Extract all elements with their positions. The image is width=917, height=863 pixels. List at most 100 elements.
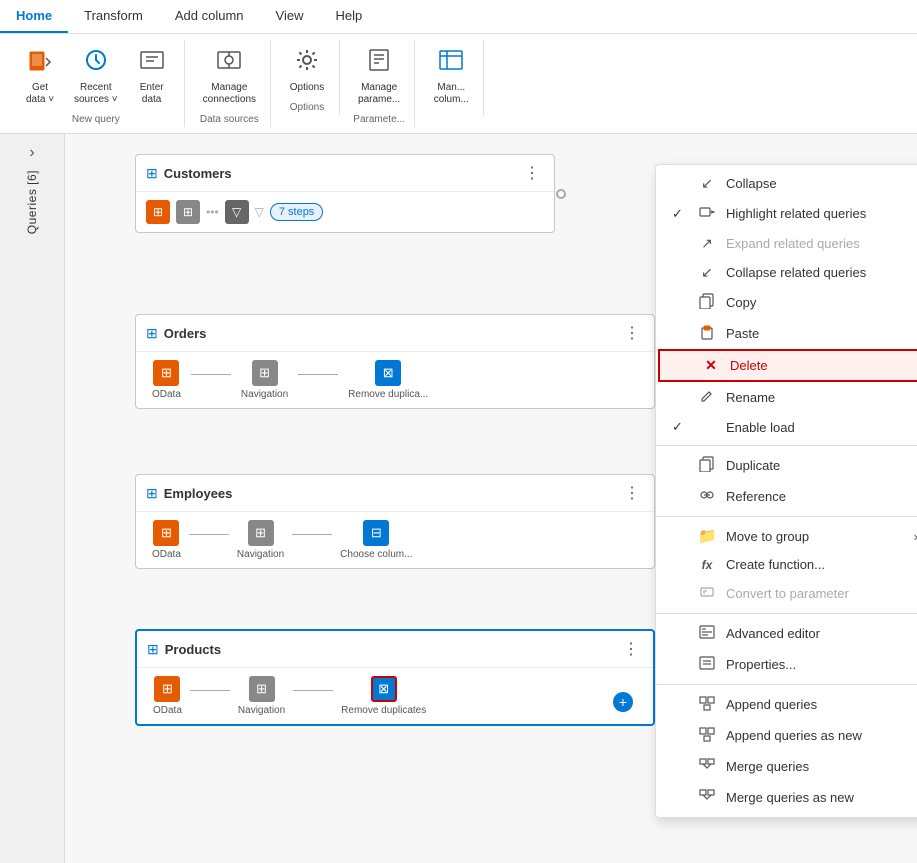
orders-odata-label: OData	[152, 389, 181, 400]
cm-item-merge-queries-new[interactable]: Merge queries as new	[656, 782, 917, 813]
append-queries-icon	[698, 695, 716, 714]
cm-item-highlight-related[interactable]: ✓ Highlight related queries	[656, 198, 917, 229]
tab-home[interactable]: Home	[0, 0, 68, 33]
employees-choose-col-label: Choose colum...	[340, 549, 412, 560]
tab-view[interactable]: View	[260, 0, 320, 33]
get-data-label: Getdata ˅	[26, 82, 54, 106]
ribbon-group-manage-col: Man...colum...	[419, 40, 484, 116]
products-node-menu[interactable]: ⋮	[619, 639, 643, 659]
canvas-area: ⊞ Customers ⋮ ⊞ ⊞ ••• ▽ ▽ 7 steps ⊞ Orde…	[65, 134, 917, 863]
main-area: › Queries [6] ⊞ Customers ⋮ ⊞ ⊞ ••• ▽ ▽ …	[0, 134, 917, 863]
options-group-label: Options	[290, 102, 324, 113]
cm-item-move-to-group[interactable]: 📁 Move to group ›	[656, 521, 917, 551]
employees-odata-label: OData	[152, 549, 181, 560]
cm-item-delete[interactable]: ✕ Delete	[658, 349, 917, 382]
options-button[interactable]: Options	[283, 42, 331, 98]
cm-separator-2	[656, 516, 917, 517]
tab-transform[interactable]: Transform	[68, 0, 159, 33]
expand-related-icon: ↗	[698, 235, 716, 252]
cm-separator-3	[656, 613, 917, 614]
cm-expand-related-label: Expand related queries	[726, 236, 917, 251]
employees-navigation-icon: ⊞	[248, 520, 274, 546]
manage-params-label: Manageparame...	[358, 82, 400, 106]
employees-navigation-label: Navigation	[237, 549, 284, 560]
customers-icon-5: ▽	[255, 205, 264, 219]
cm-item-enable-load[interactable]: ✓ Enable load	[656, 413, 917, 441]
data-sources-group-label: Data sources	[200, 114, 259, 125]
cm-item-rename[interactable]: Rename	[656, 382, 917, 413]
cm-merge-queries-new-label: Merge queries as new	[726, 790, 917, 805]
orders-flow-remove-dup: ⊠ Remove duplica...	[348, 360, 428, 400]
cm-item-collapse[interactable]: ↙ Collapse	[656, 169, 917, 198]
queries-label: Queries [6]	[25, 170, 39, 234]
manage-connections-icon	[215, 46, 243, 80]
cm-item-merge-queries[interactable]: Merge queries	[656, 751, 917, 782]
queries-panel: › Queries [6]	[0, 134, 65, 863]
manage-connections-label: Manageconnections	[203, 82, 256, 106]
products-node-header: ⊞ Products ⋮	[137, 631, 653, 668]
recent-sources-label: Recentsources ˅	[74, 82, 118, 106]
cm-item-copy[interactable]: Copy	[656, 287, 917, 318]
manage-col-button[interactable]: Man...colum...	[427, 42, 475, 110]
delete-icon: ✕	[702, 357, 720, 374]
cm-item-reference[interactable]: Reference	[656, 481, 917, 512]
products-odata-label: OData	[153, 705, 182, 716]
orders-flow-odata: ⊞ OData	[152, 360, 181, 400]
cm-item-paste[interactable]: Paste	[656, 318, 917, 349]
cm-item-append-queries-new[interactable]: Append queries as new	[656, 720, 917, 751]
products-plus-btn[interactable]: +	[613, 692, 633, 712]
options-label: Options	[290, 82, 324, 94]
manage-connections-button[interactable]: Manageconnections	[197, 42, 262, 110]
orders-navigation-label: Navigation	[241, 389, 288, 400]
orders-node-menu[interactable]: ⋮	[620, 323, 644, 343]
customers-icon-1: ⊞	[146, 200, 170, 224]
copy-icon	[698, 293, 716, 312]
get-data-button[interactable]: Getdata ˅	[16, 42, 64, 110]
cm-rename-label: Rename	[726, 390, 917, 405]
cm-reference-label: Reference	[726, 489, 917, 504]
cm-append-queries-label: Append queries	[726, 697, 917, 712]
context-menu: ↙ Collapse ✓ Highlight related queries ↗…	[655, 164, 917, 818]
ribbon-tabs: Home Transform Add column View Help	[0, 0, 917, 34]
cm-item-create-function[interactable]: fx Create function...	[656, 551, 917, 578]
customers-node-menu[interactable]: ⋮	[520, 163, 544, 183]
cm-item-append-queries[interactable]: Append queries	[656, 689, 917, 720]
orders-remove-dup-label: Remove duplica...	[348, 389, 428, 400]
cm-duplicate-label: Duplicate	[726, 458, 917, 473]
cm-paste-label: Paste	[726, 326, 917, 341]
recent-sources-button[interactable]: Recentsources ˅	[68, 42, 124, 110]
properties-icon	[698, 655, 716, 674]
cm-item-duplicate[interactable]: Duplicate	[656, 450, 917, 481]
products-node-title: Products	[165, 642, 613, 657]
orders-flow-navigation: ⊞ Navigation	[241, 360, 288, 400]
cm-separator-1	[656, 445, 917, 446]
cm-item-properties[interactable]: Properties...	[656, 649, 917, 680]
queries-count: [6]	[25, 170, 39, 185]
employees-flow-choose-col: ⊟ Choose colum...	[340, 520, 412, 560]
products-navigation-icon: ⊞	[249, 676, 275, 702]
collapse-related-icon: ↙	[698, 264, 716, 281]
queries-toggle[interactable]: ›	[29, 144, 34, 162]
customers-icon-3: •••	[206, 205, 219, 219]
cm-create-function-label: Create function...	[726, 557, 917, 572]
tab-add-column[interactable]: Add column	[159, 0, 260, 33]
collapse-icon: ↙	[698, 175, 716, 192]
cm-separator-4	[656, 684, 917, 685]
products-odata-icon: ⊞	[154, 676, 180, 702]
products-node: ⊞ Products ⋮ ⊞ OData ⊞ Navigation ⊠ Remo…	[135, 629, 655, 726]
cm-convert-param-label: Convert to parameter	[726, 586, 917, 601]
products-navigation-label: Navigation	[238, 705, 285, 716]
employees-node-menu[interactable]: ⋮	[620, 483, 644, 503]
get-data-icon	[26, 46, 54, 80]
cm-collapse-label: Collapse	[726, 176, 917, 191]
cm-item-collapse-related[interactable]: ↙ Collapse related queries	[656, 258, 917, 287]
merge-queries-new-icon	[698, 788, 716, 807]
manage-params-button[interactable]: Manageparame...	[352, 42, 406, 110]
enter-data-button[interactable]: Enterdata	[128, 42, 176, 110]
cm-item-advanced-editor[interactable]: Advanced editor	[656, 618, 917, 649]
tab-help[interactable]: Help	[319, 0, 378, 33]
paste-icon	[698, 324, 716, 343]
manage-col-icon	[437, 46, 465, 80]
orders-node: ⊞ Orders ⋮ ⊞ OData ⊞ Navigation	[135, 314, 655, 409]
cm-move-to-group-label: Move to group	[726, 529, 904, 544]
